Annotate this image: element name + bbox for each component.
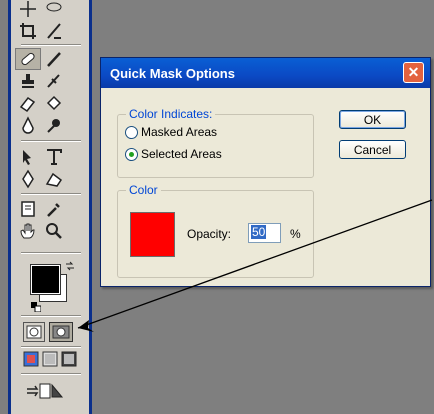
brush-icon[interactable] — [41, 48, 67, 70]
selected-areas-label: Selected Areas — [141, 147, 222, 161]
ok-button[interactable]: OK — [339, 110, 406, 129]
crop-icon[interactable] — [15, 20, 41, 42]
selected-areas-radio[interactable]: Selected Areas — [125, 147, 222, 161]
shape-icon[interactable] — [41, 168, 67, 190]
eyedropper-icon[interactable] — [41, 198, 67, 220]
quick-mask-mode-button[interactable] — [49, 322, 73, 342]
paint-bucket-icon[interactable] — [41, 92, 67, 114]
mask-color-swatch[interactable] — [130, 212, 175, 257]
masked-areas-label: Masked Areas — [141, 125, 218, 139]
toolbox-divider — [21, 373, 81, 374]
blur-icon[interactable] — [15, 114, 41, 136]
zoom-icon[interactable] — [41, 220, 67, 242]
pen-icon[interactable] — [15, 168, 41, 190]
toolbox-divider — [21, 140, 81, 141]
lasso-icon[interactable] — [41, 0, 67, 20]
standard-screen-mode-icon[interactable] — [23, 351, 39, 367]
masked-areas-radio[interactable]: Masked Areas — [125, 125, 217, 139]
full-screen-icon[interactable] — [61, 351, 77, 367]
type-icon[interactable] — [41, 146, 67, 168]
opacity-input[interactable]: 50 — [248, 223, 281, 243]
eraser-icon[interactable] — [15, 92, 41, 114]
dialog-title: Quick Mask Options — [110, 66, 235, 81]
move-icon[interactable] — [15, 0, 41, 20]
clone-stamp-icon[interactable] — [15, 70, 41, 92]
radio-dot — [125, 125, 138, 139]
toolbox — [8, 0, 92, 414]
full-screen-menu-icon[interactable] — [42, 351, 58, 367]
color-indicates-legend: Color Indicates: — [126, 107, 216, 121]
foreground-color-swatch[interactable] — [30, 264, 61, 295]
notes-icon[interactable] — [15, 198, 41, 220]
history-brush-icon[interactable] — [41, 70, 67, 92]
opacity-unit: % — [290, 227, 301, 241]
color-legend: Color — [126, 183, 161, 197]
healing-brush-icon[interactable] — [15, 48, 41, 70]
jump-to-imageready-icon[interactable] — [25, 381, 65, 401]
path-select-icon[interactable] — [15, 146, 41, 168]
color-indicates-group: Color Indicates: — [117, 107, 314, 178]
toolbox-divider — [21, 44, 81, 45]
toolbox-divider — [21, 315, 81, 316]
standard-mode-button[interactable] — [23, 322, 45, 342]
quick-mask-options-dialog: Quick Mask Options ✕ Color Indicates: Ma… — [100, 57, 431, 287]
default-colors-icon[interactable] — [31, 299, 42, 313]
radio-dot-selected — [125, 147, 138, 161]
dialog-titlebar[interactable]: Quick Mask Options ✕ — [101, 58, 430, 88]
close-icon[interactable]: ✕ — [403, 62, 424, 83]
toolbox-divider — [21, 252, 81, 253]
swap-colors-icon[interactable] — [65, 258, 75, 271]
burn-icon[interactable] — [41, 114, 67, 136]
opacity-label: Opacity: — [187, 227, 232, 241]
toolbox-divider — [21, 193, 81, 194]
cancel-button[interactable]: Cancel — [339, 140, 406, 159]
slice-icon[interactable] — [41, 20, 67, 42]
hand-icon[interactable] — [15, 220, 41, 242]
toolbox-divider — [21, 346, 81, 347]
